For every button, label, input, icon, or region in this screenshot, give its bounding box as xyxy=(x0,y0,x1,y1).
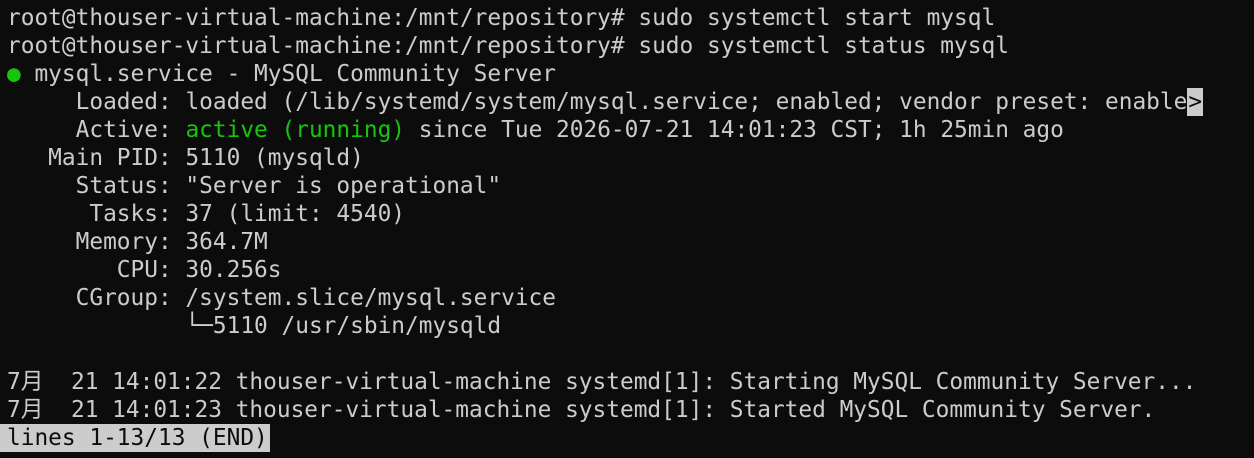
truncation-marker: > xyxy=(1187,88,1204,116)
log-line: 7月 21 14:01:23 thouser-virtual-machine s… xyxy=(7,397,1156,423)
tasks-line: Tasks: 37 (limit: 4540) xyxy=(7,201,406,227)
active-since: since Tue 2026-07-21 14:01:23 CST; 1h 25… xyxy=(405,117,1064,143)
service-header-line: ● mysql.service - MySQL Community Server xyxy=(0,60,1254,88)
loaded-label: Loaded: xyxy=(7,89,186,115)
command-line: root@thouser-virtual-machine:/mnt/reposi… xyxy=(7,5,996,31)
cpu-line: CPU: 30.256s xyxy=(7,257,282,283)
memory-line: Memory: 364.7M xyxy=(7,229,268,255)
command-line: root@thouser-virtual-machine:/mnt/reposi… xyxy=(7,33,1009,59)
service-title: mysql.service - MySQL Community Server xyxy=(20,61,557,87)
terminal-window[interactable]: root@thouser-virtual-machine:/mnt/reposi… xyxy=(0,0,1254,458)
log-line: 7月 21 14:01:22 thouser-virtual-machine s… xyxy=(7,369,1197,395)
status-line: Status: "Server is operational" xyxy=(7,173,502,199)
loaded-value: loaded (/lib/systemd/system/mysql.servic… xyxy=(185,89,1188,115)
pager-status[interactable]: lines 1-13/13 (END) xyxy=(0,424,270,452)
cgroup-line: CGroup: /system.slice/mysql.service xyxy=(7,285,556,311)
active-status: active (running) xyxy=(185,117,406,143)
main-pid-line: Main PID: 5110 (mysqld) xyxy=(7,145,364,171)
loaded-line: Loaded: loaded (/lib/systemd/system/mysq… xyxy=(0,88,1254,116)
cgroup-tree-line: └─5110 /usr/sbin/mysqld xyxy=(7,313,502,339)
active-label: Active: xyxy=(7,117,186,143)
pager-line[interactable]: lines 1-13/13 (END) xyxy=(0,424,1254,452)
status-dot-icon: ● xyxy=(7,61,21,87)
active-line: Active: active (running) since Tue 2026-… xyxy=(0,116,1254,144)
